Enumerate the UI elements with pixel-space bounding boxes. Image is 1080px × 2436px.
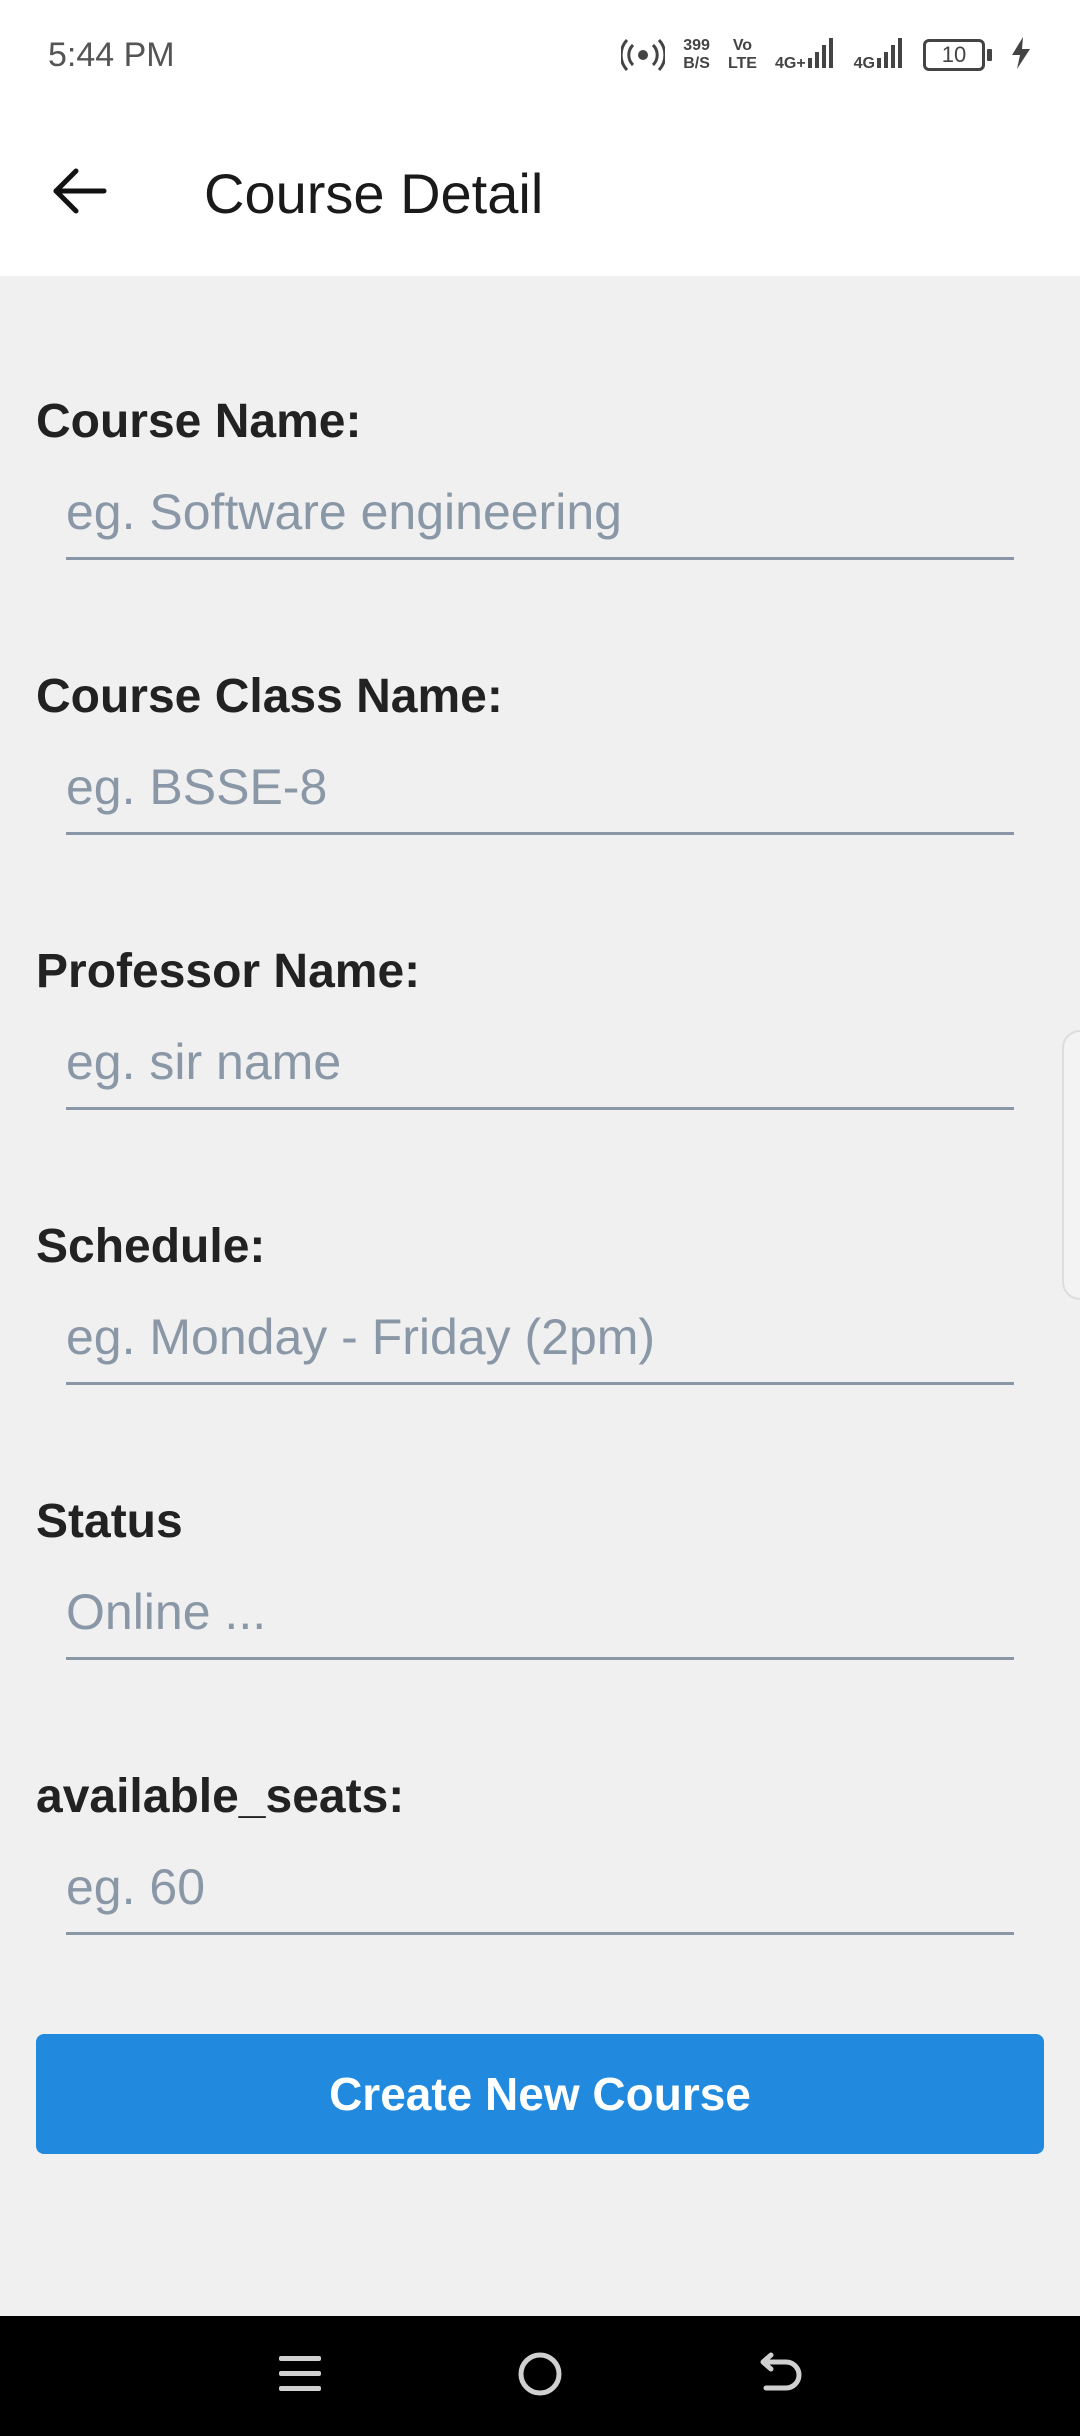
schedule-input[interactable] bbox=[66, 1305, 1014, 1385]
professor-name-label: Professor Name: bbox=[36, 945, 421, 998]
data-speed-unit: B/S bbox=[683, 55, 710, 72]
back-button[interactable] bbox=[0, 110, 160, 276]
status-bar: 5:44 PM 399 B/S Vo LTE 4G+ 4G 10 bbox=[0, 0, 1080, 110]
signal-2: 4G bbox=[853, 37, 905, 73]
signal-icon bbox=[877, 37, 905, 73]
navigation-bar bbox=[0, 2316, 1080, 2436]
nav-menu-button[interactable] bbox=[260, 2336, 340, 2416]
professor-name-input[interactable] bbox=[66, 1030, 1014, 1110]
course-name-label: Course Name: bbox=[36, 395, 362, 448]
nav-back-button[interactable] bbox=[740, 2336, 820, 2416]
battery-body: 10 bbox=[923, 39, 985, 71]
available-seats-input[interactable] bbox=[66, 1855, 1014, 1935]
volte-indicator: Vo LTE bbox=[728, 37, 757, 73]
page-title: Course Detail bbox=[204, 161, 544, 225]
status-input[interactable] bbox=[66, 1580, 1014, 1660]
course-class-name-label: Course Class Name: bbox=[36, 670, 503, 723]
course-class-name-input[interactable] bbox=[66, 755, 1014, 835]
lightning-icon bbox=[1010, 36, 1032, 74]
battery-icon: 10 bbox=[923, 39, 992, 71]
schedule-label: Schedule: bbox=[36, 1220, 266, 1273]
signal-icon bbox=[807, 37, 836, 73]
data-speed: 399 B/S bbox=[683, 37, 710, 73]
volte-top: Vo bbox=[732, 37, 753, 54]
back-curve-icon bbox=[758, 2352, 802, 2401]
available-seats-label: available_seats: bbox=[36, 1770, 405, 1823]
app-bar: Course Detail bbox=[0, 110, 1080, 276]
network-type-1: 4G+ bbox=[774, 54, 806, 72]
edge-panel-handle[interactable] bbox=[1062, 1030, 1080, 1300]
menu-icon bbox=[279, 2354, 321, 2399]
data-speed-value: 399 bbox=[683, 37, 710, 54]
battery-level: 10 bbox=[941, 42, 967, 67]
volte-bottom: LTE bbox=[727, 55, 757, 72]
network-type-2: 4G bbox=[853, 54, 875, 72]
nav-home-button[interactable] bbox=[500, 2336, 580, 2416]
status-label: Status bbox=[36, 1495, 183, 1548]
course-name-input[interactable] bbox=[66, 480, 1014, 560]
status-icons: 399 B/S Vo LTE 4G+ 4G 10 bbox=[619, 35, 1032, 76]
signal-1: 4G+ bbox=[774, 37, 836, 73]
home-circle-icon bbox=[517, 2351, 563, 2402]
hotspot-icon bbox=[619, 35, 667, 76]
battery-tip bbox=[987, 49, 992, 61]
arrow-left-icon bbox=[52, 167, 108, 220]
status-time: 5:44 PM bbox=[48, 35, 175, 74]
create-new-course-button[interactable]: Create New Course bbox=[36, 2034, 1044, 2154]
